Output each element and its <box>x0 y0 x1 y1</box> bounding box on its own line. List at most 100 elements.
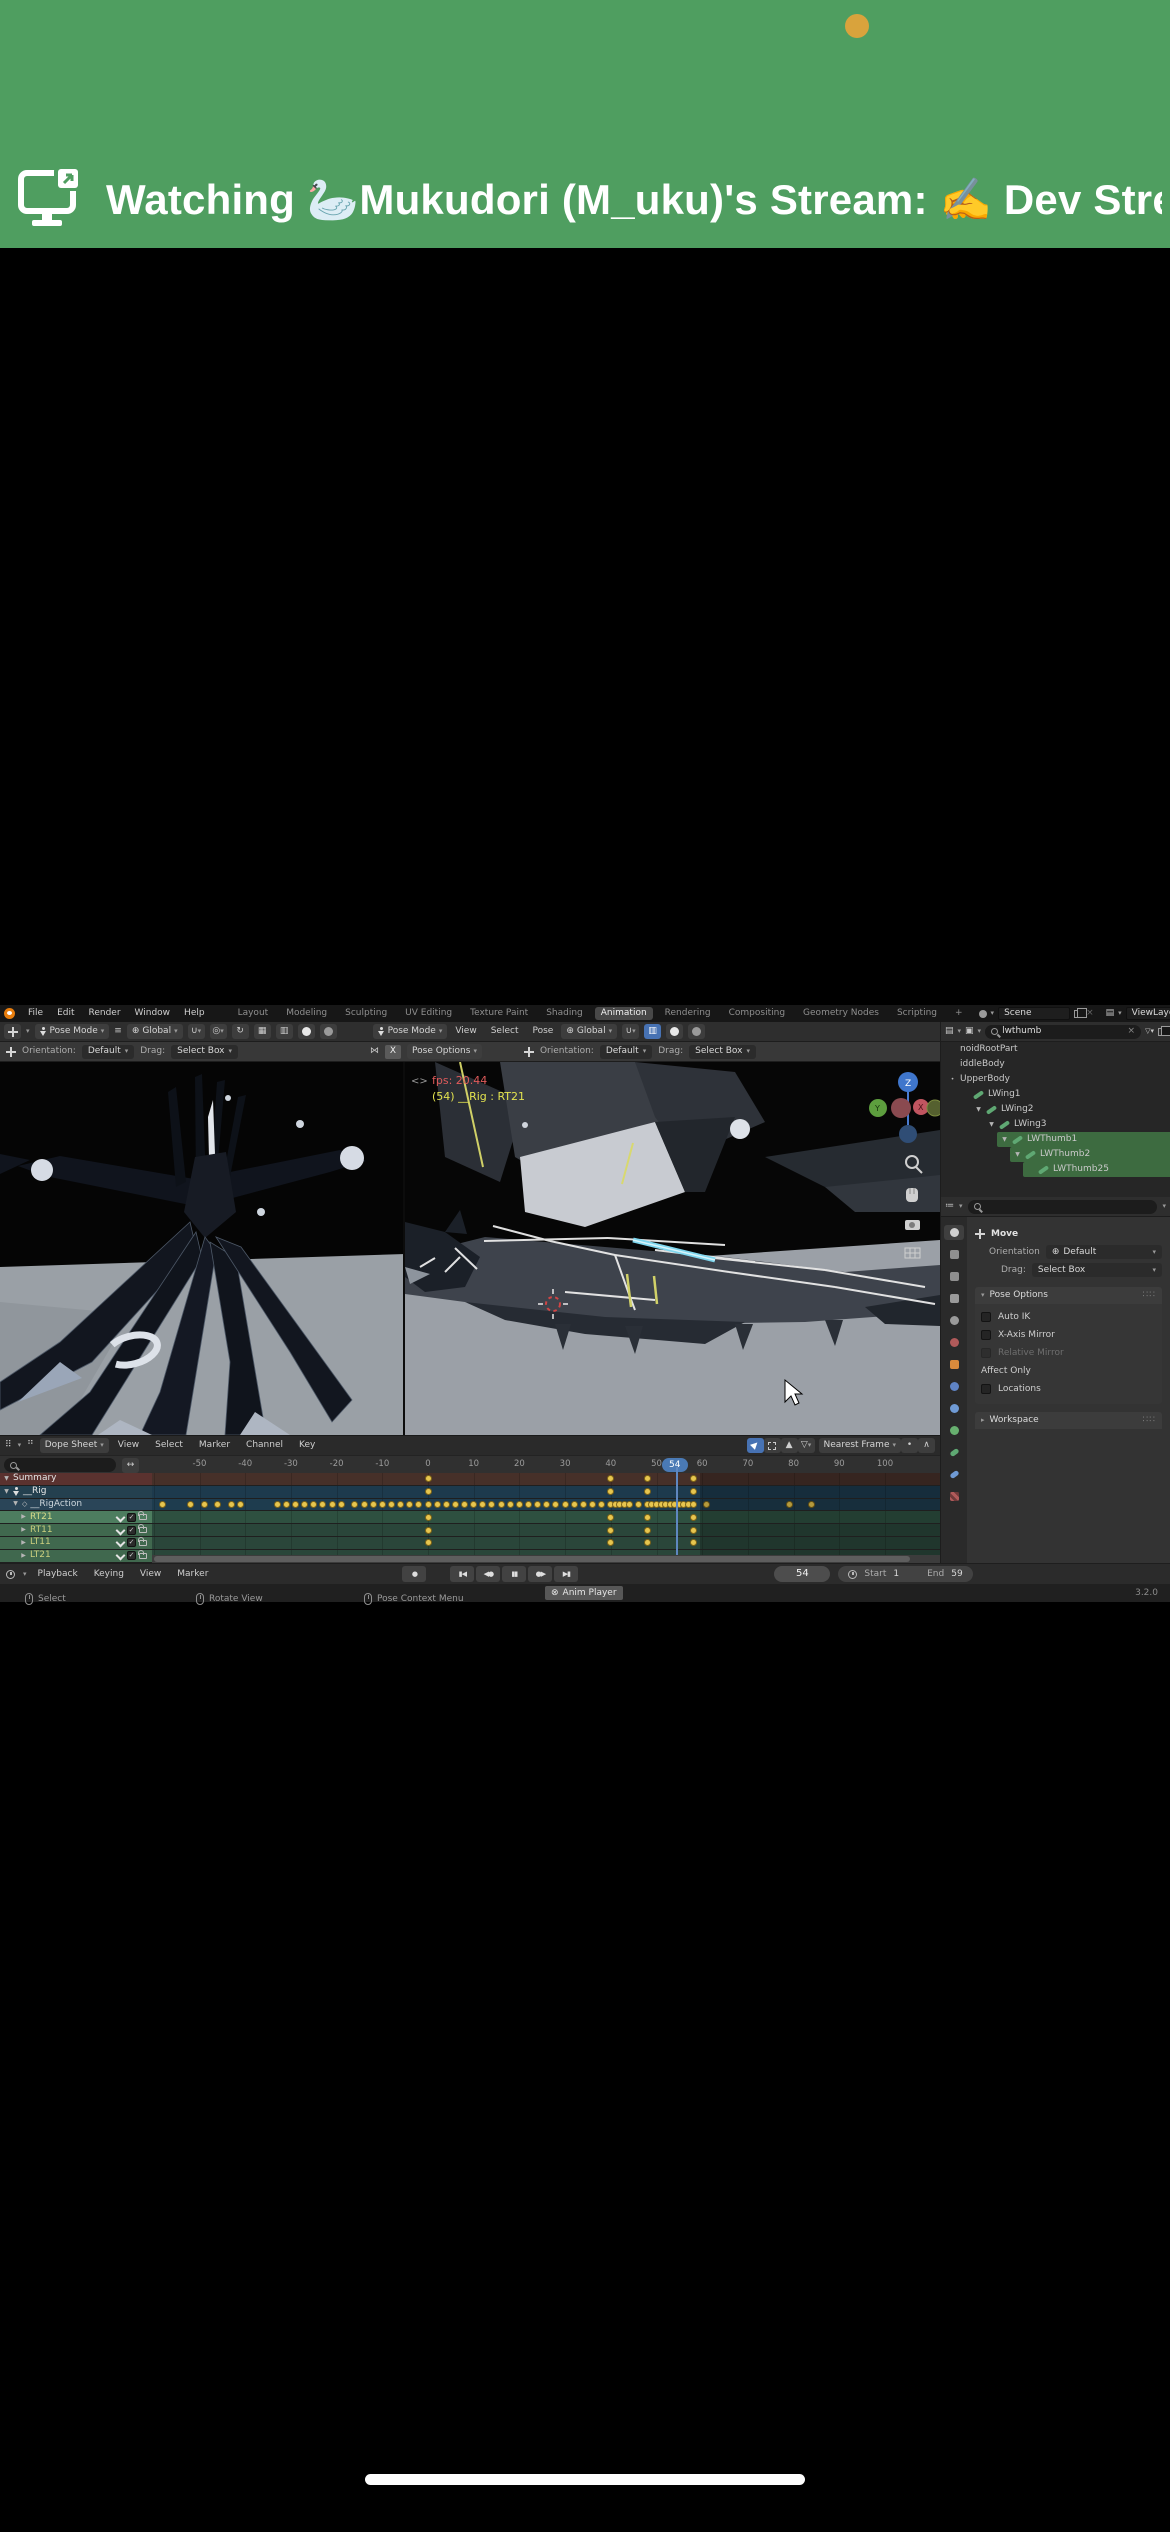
outliner-filter-mode-icon[interactable]: ▤ <box>945 1027 954 1036</box>
viewport-right-view[interactable]: <> fps: 20.44 (54) __Rig : RT21 Z Y X <box>405 1062 940 1435</box>
option-relative-mirror[interactable]: Relative Mirror <box>981 1344 1156 1362</box>
viewport-menu-pose[interactable]: Pose <box>529 1027 556 1036</box>
workspace-tab-texture-paint[interactable]: Texture Paint <box>464 1007 534 1020</box>
expand-arrow-icon[interactable]: ▼ <box>1014 1151 1021 1158</box>
properties-tab-texture[interactable] <box>944 1489 964 1504</box>
keyframe-dot[interactable] <box>378 1500 386 1508</box>
workspace-tab-geometry-nodes[interactable]: Geometry Nodes <box>797 1007 885 1020</box>
keyframe-dot[interactable] <box>424 1513 432 1521</box>
expand-arrow-icon[interactable]: ▼ <box>975 1106 982 1113</box>
channel-row-summary[interactable]: ▼ Summary <box>0 1473 940 1486</box>
overlay-nav-toggle[interactable]: <> <box>411 1076 428 1087</box>
channel-expand-icon[interactable]: ▶ <box>20 1527 27 1533</box>
keyframe-dot[interactable] <box>515 1500 523 1508</box>
dope-menu-view[interactable]: View <box>115 1441 142 1450</box>
keyframe-dot[interactable] <box>237 1500 245 1508</box>
keyframe-dot[interactable] <box>689 1526 697 1534</box>
mirror-x-toggle[interactable]: X <box>385 1044 402 1059</box>
keyframe-dot[interactable] <box>607 1513 615 1521</box>
outliner-item-iddlebody[interactable]: iddleBody <box>941 1057 1170 1072</box>
keyframe-dot[interactable] <box>488 1500 496 1508</box>
keyframe-dot[interactable] <box>319 1500 327 1508</box>
keyframe-dot[interactable] <box>214 1500 222 1508</box>
next-keyframe-button[interactable]: ●▶ <box>528 1566 553 1582</box>
keyframe-dot[interactable] <box>424 1488 432 1496</box>
workspace-tab-layout[interactable]: Layout <box>232 1007 275 1020</box>
dope-menu-select[interactable]: Select <box>152 1441 186 1450</box>
keyframe-dot[interactable] <box>415 1500 423 1508</box>
editor-menus-icon[interactable]: ≡ <box>114 1027 122 1036</box>
keyframe-dot[interactable] <box>200 1500 208 1508</box>
keyframe-dot[interactable] <box>424 1539 432 1547</box>
workspace-tab-compositing[interactable]: Compositing <box>723 1007 791 1020</box>
keyframe-dot[interactable] <box>689 1488 697 1496</box>
snap-dropdown[interactable]: Nearest Frame ▾ <box>818 1438 901 1453</box>
keyframe-dot[interactable] <box>534 1500 542 1508</box>
xray-toggle-icon[interactable]: ▥ <box>275 1024 293 1039</box>
keyframe-dot[interactable] <box>643 1475 651 1483</box>
keyframe-dot[interactable] <box>607 1539 615 1547</box>
orientation-dropdown-2[interactable]: Default ▾ <box>599 1044 653 1059</box>
running-operator-badge[interactable]: ⊗ Anim Player <box>545 1586 623 1600</box>
keyframe-dot[interactable] <box>634 1500 642 1508</box>
channel-row-__rigaction[interactable]: ▼ ◇ __RigAction <box>0 1498 940 1512</box>
keyframe-dot[interactable] <box>643 1526 651 1534</box>
keyframe-dot[interactable] <box>351 1500 359 1508</box>
properties-options-icon[interactable]: ▾ <box>1162 1203 1166 1210</box>
outliner-item-lwthumb2[interactable]: ▼ LWThumb2 <box>941 1147 1170 1162</box>
playhead-line[interactable] <box>676 1467 678 1563</box>
keyframe-dot[interactable] <box>301 1500 309 1508</box>
transform-orientation[interactable]: ⊕ Global ▾ <box>126 1024 183 1039</box>
checkbox[interactable] <box>981 1312 991 1322</box>
playback-menu-view[interactable]: View <box>137 1569 164 1579</box>
properties-tab-constraints[interactable] <box>944 1401 964 1416</box>
outliner-item-lwing1[interactable]: LWing1 <box>941 1087 1170 1102</box>
option-x-axis-mirror[interactable]: X-Axis Mirror <box>981 1326 1156 1344</box>
dope-sheet-mode-dropdown[interactable]: Dope Sheet ▾ <box>39 1438 109 1453</box>
keyframe-dot[interactable] <box>607 1475 615 1483</box>
current-frame-field[interactable]: 54 <box>774 1566 831 1582</box>
box-select-icon[interactable] <box>763 1438 781 1453</box>
workspace-tab-shading[interactable]: Shading <box>540 1007 589 1020</box>
channel-expand-icon[interactable]: ▶ <box>20 1539 27 1546</box>
filter-icon[interactable]: ▽ ▾ <box>797 1438 815 1453</box>
expand-range-icon[interactable]: ↔ <box>122 1458 139 1473</box>
channel-row-lt11[interactable]: ▶ LT11 ✓ <box>0 1536 940 1550</box>
outliner-filter-icon[interactable]: ▽▾ <box>1145 1028 1154 1035</box>
outliner-item-lwthumb25[interactable]: LWThumb25 <box>941 1162 1170 1177</box>
proportional-falloff-icon[interactable]: ▲ <box>780 1438 798 1453</box>
properties-tab-world[interactable] <box>944 1335 964 1350</box>
keyframe-dot[interactable] <box>328 1500 336 1508</box>
outliner-item-lwing2[interactable]: ▼ LWing2 <box>941 1102 1170 1117</box>
xray-toggle-icon-2[interactable]: ▥ <box>644 1024 662 1039</box>
keyframe-dot[interactable] <box>543 1500 551 1508</box>
stop-icon[interactable]: ⊗ <box>551 1588 559 1598</box>
channel-expand-icon[interactable]: ▶ <box>20 1514 27 1520</box>
stream-banner[interactable]: Watching 🦢Mukudori (M_uku)'s Stream: ✍️ … <box>0 0 1170 248</box>
blender-logo-icon[interactable] <box>4 1008 15 1019</box>
keyframe-dot[interactable] <box>433 1500 441 1508</box>
channel-keyframe-region[interactable] <box>152 1485 940 1498</box>
auto-keying-button[interactable]: ● <box>402 1566 427 1582</box>
properties-search-input[interactable] <box>967 1199 1158 1214</box>
topbar-menu-file[interactable]: File <box>25 1009 46 1018</box>
outliner-item-upperbody[interactable]: • UpperBody <box>941 1072 1170 1087</box>
new-collection-icon[interactable] <box>1158 1025 1170 1036</box>
outliner-search-input[interactable]: lwthumb × <box>985 1024 1142 1039</box>
keyframe-dot[interactable] <box>337 1500 345 1508</box>
prev-keyframe-button[interactable]: ◀● <box>476 1566 501 1582</box>
keyframe-dot[interactable] <box>273 1500 281 1508</box>
keyframe-dot[interactable] <box>227 1500 235 1508</box>
keyframe-dot[interactable] <box>369 1500 377 1508</box>
keyframe-dot[interactable] <box>451 1500 459 1508</box>
channel-keyframe-region[interactable] <box>152 1536 940 1549</box>
workspace-tab-uv-editing[interactable]: UV Editing <box>399 1007 458 1020</box>
checkbox[interactable] <box>981 1384 991 1394</box>
channel-row-rt21[interactable]: ▶ RT21 ✓ <box>0 1511 940 1525</box>
outliner-item-noidrootpart[interactable]: noidRootPart <box>941 1042 1170 1057</box>
mode-selector-2[interactable]: Pose Mode ▾ <box>372 1024 448 1039</box>
keyframe-dot[interactable] <box>291 1500 299 1508</box>
keyframe-dot[interactable] <box>570 1500 578 1508</box>
channel-keyframe-region[interactable] <box>152 1498 940 1511</box>
channel-expand-icon[interactable]: ▶ <box>20 1552 27 1559</box>
